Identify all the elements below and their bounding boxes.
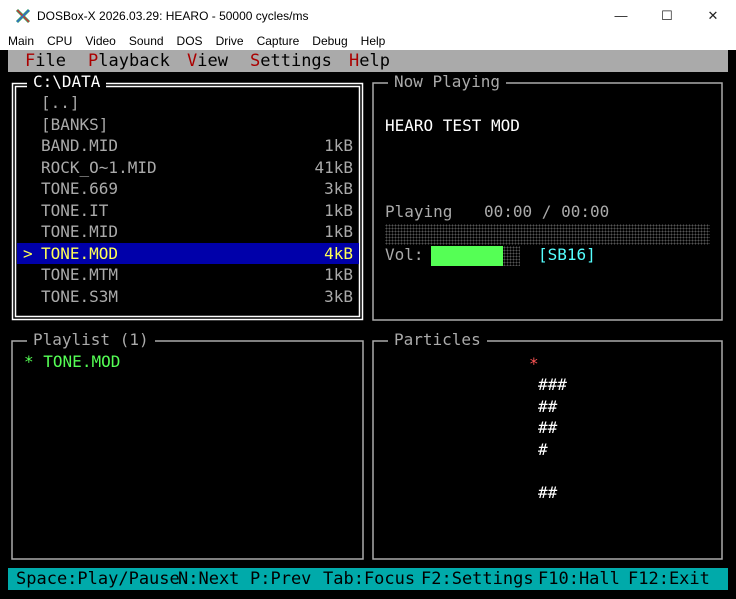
now-playing-title: Now Playing — [388, 72, 506, 92]
status-bar: Space:Play/Pause N:Next P:Prev Tab:Focus… — [8, 568, 728, 590]
host-menu-cpu[interactable]: CPU — [47, 34, 72, 48]
hint-hall[interactable]: F10:Hall — [538, 568, 620, 590]
file-name: TONE.MTM — [41, 265, 119, 284]
minimize-button[interactable]: — — [598, 0, 644, 31]
playback-time: 00:00 / 00:00 — [484, 202, 610, 221]
file-name: TONE.IT — [41, 200, 109, 220]
particle-row: # — [538, 440, 548, 459]
file-name: TONE.S3M — [41, 286, 119, 306]
progress-bar[interactable] — [385, 224, 710, 245]
playlist-panel: Playlist (1) * TONE.MOD — [11, 330, 364, 560]
file-row-selected[interactable]: > TONE.MOD 4kB — [17, 242, 359, 264]
hint-prev[interactable]: P:Prev — [250, 568, 311, 590]
close-button[interactable]: ✕ — [690, 0, 736, 31]
host-menu-sound[interactable]: Sound — [129, 34, 164, 48]
app-menu-help[interactable]: Help — [349, 50, 390, 72]
song-title: HEARO TEST MOD — [385, 116, 520, 135]
host-menu-help[interactable]: Help — [361, 34, 386, 48]
particles-title: Particles — [388, 330, 487, 350]
host-menu-video[interactable]: Video — [85, 34, 115, 48]
file-row[interactable]: TONE.MID 1kB — [17, 221, 359, 243]
playlist-item[interactable]: * TONE.MOD — [24, 352, 120, 372]
hint-focus[interactable]: Tab:Focus — [323, 568, 415, 590]
file-name: [BANKS] — [41, 114, 109, 134]
file-name: TONE.MOD — [41, 243, 119, 263]
file-row[interactable]: TONE.MTM 1kB — [17, 264, 359, 286]
file-size: 4kB — [324, 243, 353, 263]
volume-fill — [431, 246, 504, 266]
hint-play-pause[interactable]: Space:Play/Pause — [16, 568, 180, 590]
particle-row: ## — [538, 418, 558, 437]
window-titlebar: DOSBox-X 2026.03.29: HEARO - 50000 cycle… — [0, 0, 736, 31]
file-name: TONE.MID — [41, 222, 119, 241]
host-menubar: Main CPU Video Sound DOS Drive Capture D… — [0, 31, 736, 50]
file-row[interactable]: TONE.669 3kB — [17, 178, 359, 200]
host-menu-drive[interactable]: Drive — [216, 34, 244, 48]
hint-next[interactable]: N:Next — [178, 568, 239, 590]
file-size: 1kB — [324, 222, 353, 241]
file-row[interactable]: TONE.IT 1kB — [17, 200, 359, 222]
volume-bar[interactable] — [431, 246, 520, 266]
dos-screen: File Playback View Settings Help C:\DATA… — [8, 50, 728, 594]
hint-settings[interactable]: F2:Settings — [421, 568, 534, 590]
file-name: [..] — [41, 93, 80, 112]
file-row[interactable]: TONE.S3M 3kB — [17, 286, 359, 308]
app-menu-file[interactable]: File — [25, 50, 66, 72]
hint-exit[interactable]: F12:Exit — [628, 568, 710, 590]
window-title: DOSBox-X 2026.03.29: HEARO - 50000 cycle… — [37, 8, 309, 23]
file-name: ROCK_O~1.MID — [41, 157, 157, 177]
particle-star: * — [529, 354, 539, 373]
playlist-item-name: TONE.MOD — [43, 352, 121, 371]
selection-cursor: > — [23, 243, 33, 263]
app-menubar: File Playback View Settings Help — [8, 50, 728, 72]
file-row[interactable]: [BANKS] — [17, 114, 359, 136]
host-menu-debug[interactable]: Debug — [312, 34, 347, 48]
host-menu-main[interactable]: Main — [8, 34, 34, 48]
file-browser-panel: C:\DATA [..] [BANKS] BAND.MID 1kB ROCK_O~1.M… — [11, 72, 364, 321]
file-name: TONE.669 — [41, 179, 119, 198]
output-device: [SB16] — [538, 245, 596, 264]
volume-label: Vol: — [385, 245, 424, 264]
host-menu-capture[interactable]: Capture — [257, 34, 300, 48]
app-menu-view[interactable]: View — [187, 50, 228, 72]
file-row[interactable]: [..] — [17, 92, 359, 114]
playlist-marker: * — [24, 352, 34, 371]
file-size: 3kB — [324, 286, 353, 306]
file-size: 1kB — [324, 200, 353, 220]
now-playing-panel: Now Playing HEARO TEST MOD Playing 00:00… — [372, 72, 723, 321]
dosbox-app-icon — [15, 8, 31, 24]
file-row[interactable]: BAND.MID 1kB — [17, 135, 359, 157]
host-menu-dos[interactable]: DOS — [177, 34, 203, 48]
file-size: 41kB — [314, 157, 353, 177]
file-size: 3kB — [324, 179, 353, 198]
particle-row: ## — [538, 483, 558, 502]
particles-panel: Particles * ### ## ## # ## — [372, 330, 723, 560]
file-size: 1kB — [324, 136, 353, 155]
file-row[interactable]: ROCK_O~1.MID 41kB — [17, 157, 359, 179]
maximize-button[interactable]: ☐ — [644, 0, 690, 31]
file-size: 1kB — [324, 265, 353, 284]
particle-row: ## — [538, 397, 558, 416]
app-menu-playback[interactable]: Playback — [88, 50, 170, 72]
particle-row: ### — [538, 375, 567, 394]
file-browser-title: C:\DATA — [27, 72, 107, 92]
file-name: BAND.MID — [41, 136, 119, 155]
playback-status: Playing — [385, 202, 453, 221]
playlist-title: Playlist (1) — [27, 330, 155, 350]
app-menu-settings[interactable]: Settings — [250, 50, 332, 72]
